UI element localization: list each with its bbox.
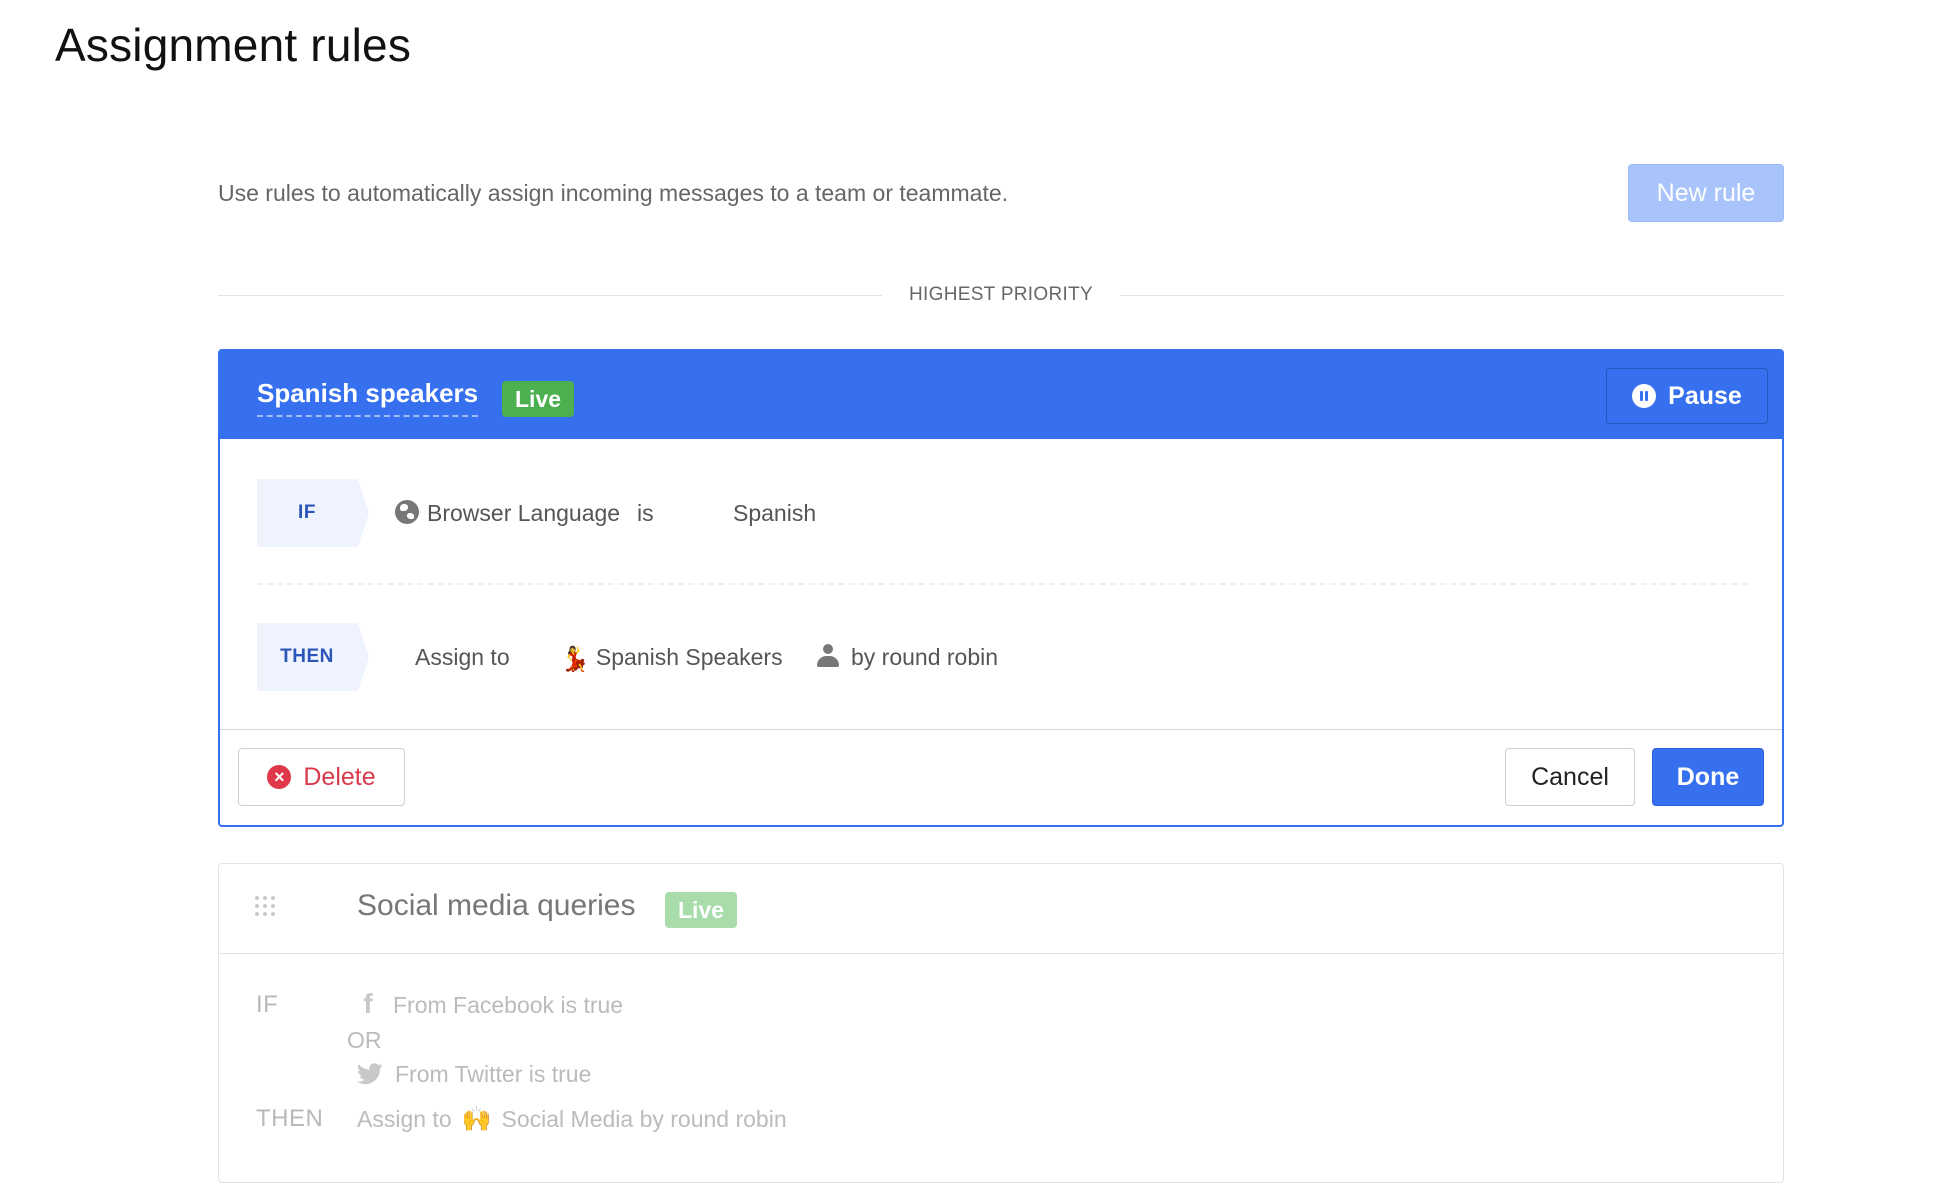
rule-header: Spanish speakers Live Pause [220, 351, 1782, 439]
rule-card-spanish-speakers: Spanish speakers Live Pause IF Browser L… [218, 349, 1784, 827]
condition-attribute[interactable]: Browser Language [395, 479, 620, 547]
rule-name-input[interactable]: Spanish speakers [257, 378, 479, 417]
facebook-icon: f [363, 988, 373, 1019]
condition-operator[interactable]: is [637, 479, 654, 547]
action-text: Social Media by round robin [501, 1106, 787, 1132]
condition-twitter-label: From Twitter is true [395, 1061, 592, 1087]
action-method-label: by round robin [851, 644, 999, 670]
action-summary: Assign to 🙌 Social Media by round robin [357, 1105, 787, 1134]
then-keyword: THEN [256, 1105, 324, 1132]
action-team-label: Spanish Speakers [595, 644, 783, 670]
delete-label: Delete [303, 762, 376, 791]
raised-hands-emoji-icon: 🙌 [461, 1106, 492, 1133]
or-keyword: OR [347, 1027, 382, 1053]
delete-button[interactable]: × Delete [238, 748, 405, 806]
rule-header: Social media queries Live [219, 864, 1783, 954]
then-tag: THEN [257, 623, 369, 691]
priority-label: HIGHEST PRIORITY [909, 284, 1093, 305]
rule-footer: × Delete Cancel Done [220, 729, 1782, 825]
condition-separator [257, 583, 1747, 585]
status-badge: Live [665, 892, 738, 928]
action-prefix: Assign to [357, 1106, 452, 1132]
intro-text: Use rules to automatically assign incomi… [218, 180, 1009, 206]
condition-twitter: From Twitter is true [357, 1061, 591, 1088]
new-rule-button[interactable]: New rule [1628, 164, 1784, 222]
cancel-button[interactable]: Cancel [1505, 748, 1635, 806]
condition-facebook: f From Facebook is true [357, 988, 623, 1020]
divider-line-left [218, 295, 882, 296]
pause-label: Pause [1668, 381, 1742, 410]
status-badge: Live [502, 381, 575, 417]
if-condition-row: IF Browser Language is Spanish [257, 479, 1747, 547]
action-team[interactable]: 💃 Spanish Speakers [560, 623, 783, 691]
then-action-row: THEN Assign to 💃 Spanish Speakers by roun… [257, 623, 1747, 691]
drag-handle-icon[interactable] [255, 896, 279, 920]
pause-button[interactable]: Pause [1606, 368, 1768, 424]
page-title: Assignment rules [55, 19, 412, 71]
if-keyword: IF [256, 991, 279, 1018]
condition-facebook-label: From Facebook is true [393, 992, 624, 1018]
pause-circle-icon [1632, 384, 1657, 408]
if-tag: IF [257, 479, 369, 547]
intro-row: Use rules to automatically assign incomi… [218, 164, 1784, 222]
priority-divider: HIGHEST PRIORITY [218, 282, 1784, 308]
action-method[interactable]: by round robin [815, 623, 998, 691]
done-button[interactable]: Done [1652, 748, 1764, 806]
condition-value[interactable]: Spanish [733, 479, 816, 547]
condition-attribute-label: Browser Language [427, 500, 621, 526]
globe-icon [395, 500, 419, 524]
x-circle-icon: × [267, 765, 292, 789]
divider-line-right [1120, 295, 1784, 296]
twitter-icon [357, 1063, 383, 1085]
rule-name: Social media queries [357, 889, 636, 922]
person-icon [815, 643, 841, 669]
rule-card-social-media-queries[interactable]: Social media queries Live IF f From Faceb… [218, 863, 1784, 1183]
dancer-emoji-icon: 💃 [560, 646, 590, 673]
action-prefix: Assign to [415, 644, 510, 670]
